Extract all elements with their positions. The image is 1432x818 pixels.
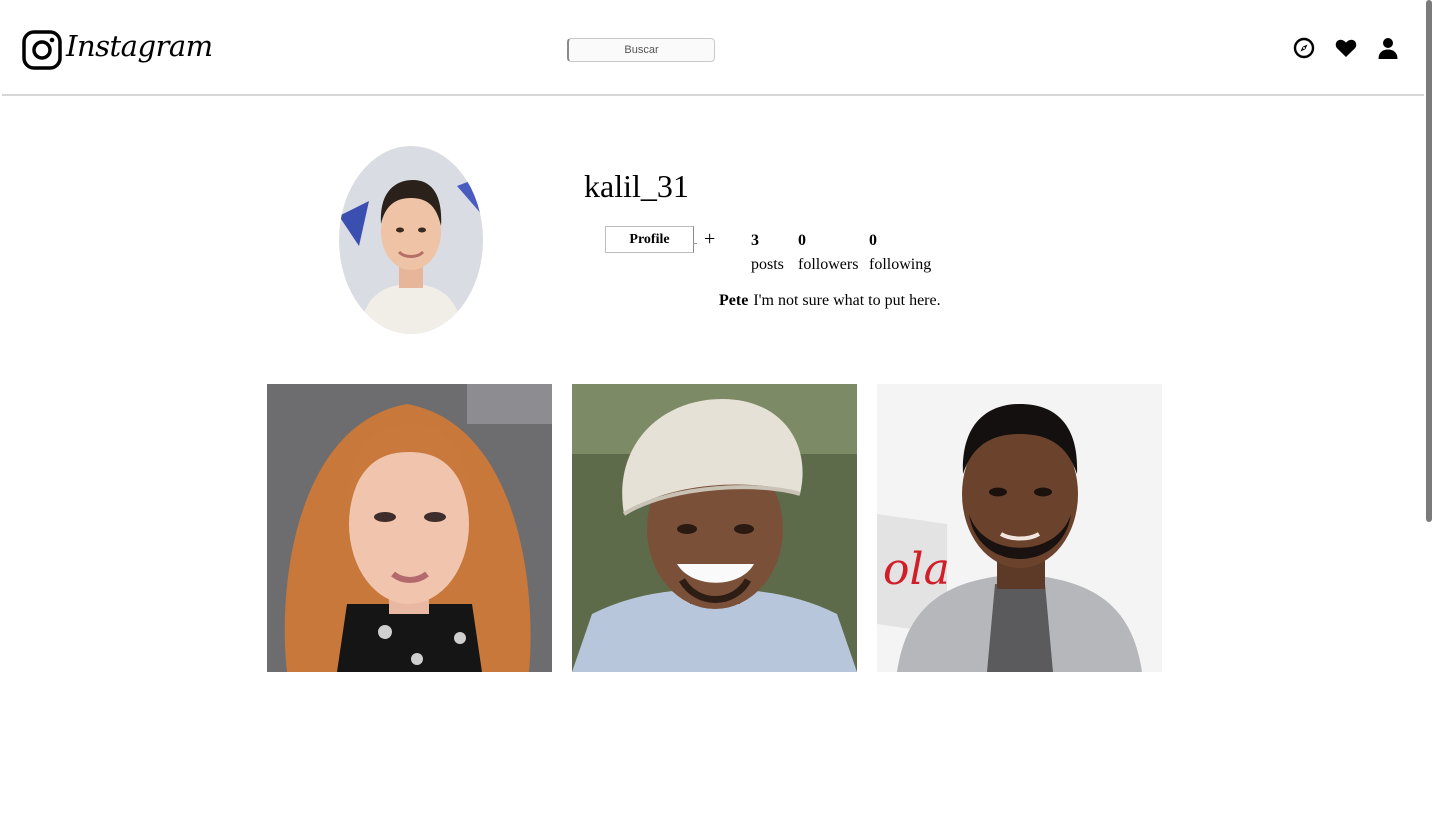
search-input[interactable] [567,38,715,62]
profile-button[interactable]: Profile [605,226,694,253]
post-thumbnail-3[interactable]: ola [877,384,1162,672]
brand-wordmark: Instagram [66,29,213,63]
post-thumbnail-1[interactable] [267,384,552,672]
profile-bio: Pete I'm not sure what to put here. [719,292,941,310]
followers-stat[interactable]: 0 followers [798,229,858,277]
smiling-man-in-flat-cap-photo [572,384,857,672]
followers-count: 0 [798,232,806,249]
woman-with-auburn-hair-photo [267,384,552,672]
top-navbar: Instagram [2,0,1424,96]
man-in-grey-blazer-photo: ola [877,384,1162,672]
profile-avatar[interactable] [339,146,483,334]
following-count: 0 [869,232,877,249]
following-stat[interactable]: 0 following [869,229,931,277]
following-label: following [869,256,932,273]
scrollbar-thumb[interactable] [1426,0,1432,522]
posts-stat[interactable]: 3 posts [751,229,784,277]
nav-icon-group [1292,36,1400,60]
profile-page: Instagram Buscar kalil_31 Profile + 3 po… [0,0,1432,818]
post-thumbnail-2[interactable] [572,384,857,672]
profile-username: kalil_31 [584,168,689,204]
svg-text:ola: ola [883,544,950,595]
followers-label: followers [798,256,859,273]
brand-logo[interactable]: Instagram [22,28,213,72]
bio-text: I'm not sure what to put here. [753,292,941,309]
posts-count: 3 [751,232,759,249]
compass-icon[interactable] [1292,36,1316,60]
add-button[interactable]: + [704,226,715,252]
profile-button-divider [693,243,697,244]
avatar-photo [339,146,483,334]
page-scrollbar[interactable] [1424,0,1432,818]
posts-label: posts [751,256,784,273]
instagram-camera-icon [22,30,62,70]
bio-name: Pete [719,292,749,309]
heart-icon[interactable] [1334,36,1358,60]
user-icon[interactable] [1376,36,1400,60]
